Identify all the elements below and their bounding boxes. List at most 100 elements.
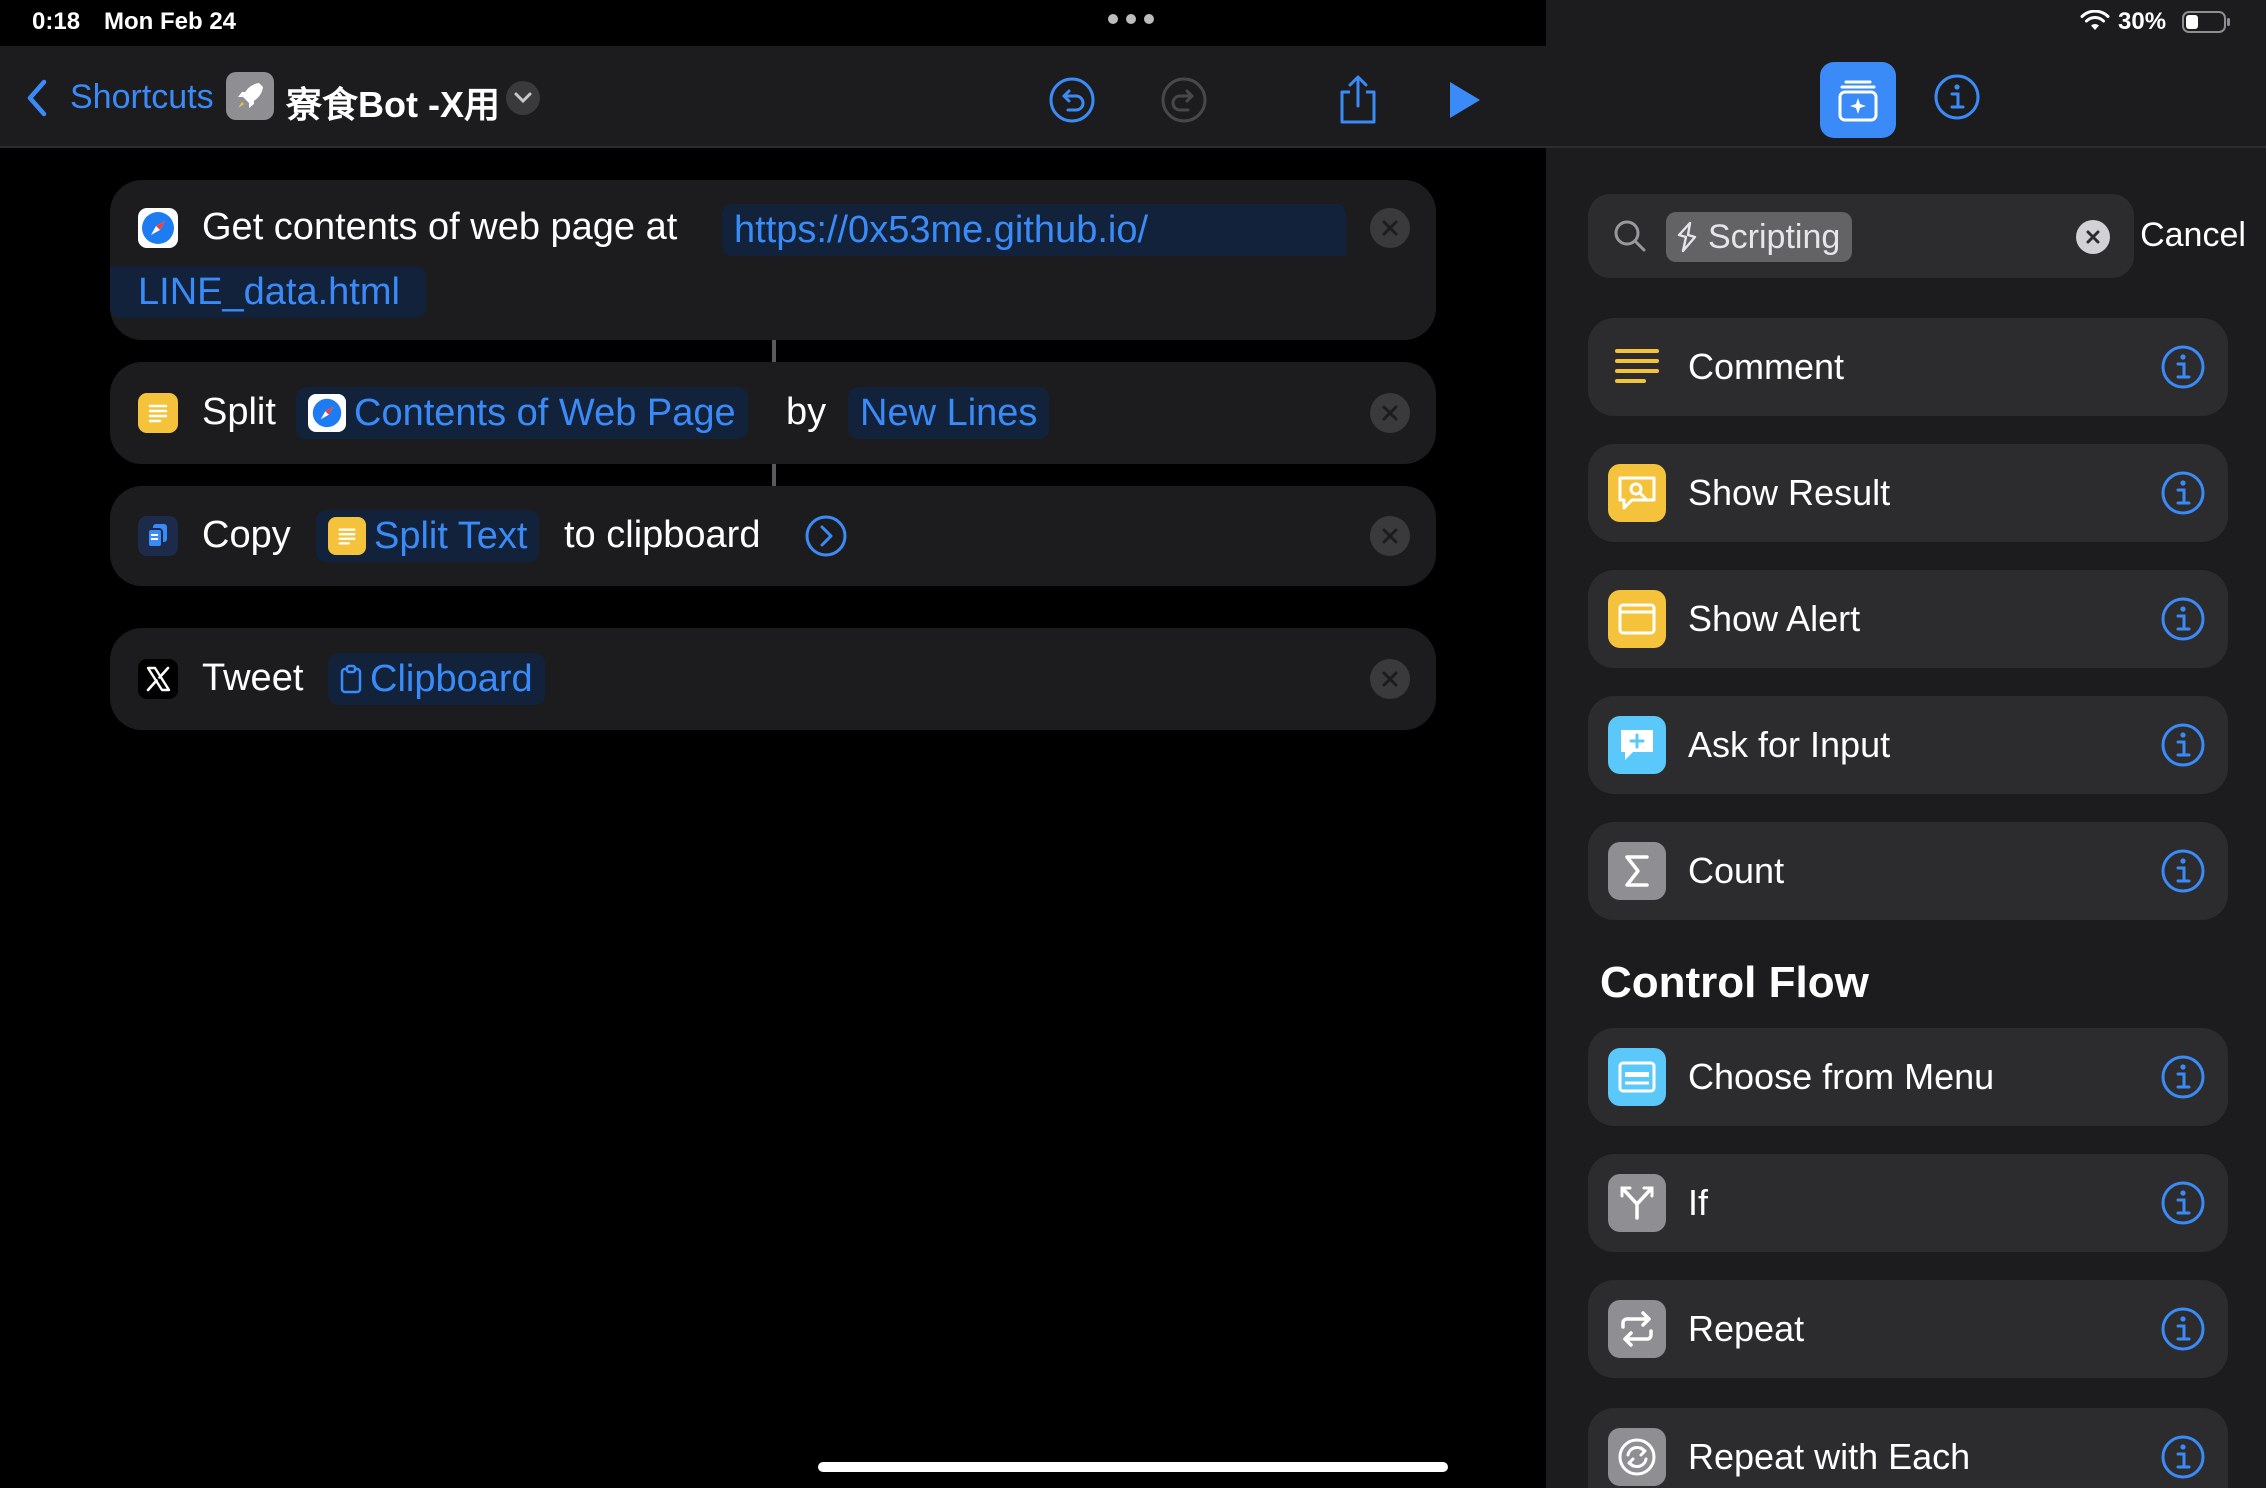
branch-icon <box>1608 1174 1666 1232</box>
rocket-icon[interactable] <box>226 72 274 120</box>
action-split-text[interactable]: Split Contents of Web Page by New Lines <box>110 362 1436 464</box>
copy-icon <box>138 516 178 556</box>
action-library-panel: Scripting Cancel Comment Show Result Sho… <box>1546 0 2266 1488</box>
remove-action-icon[interactable] <box>1370 393 1410 433</box>
library-item-label: Show Alert <box>1688 598 1861 639</box>
status-time: 0:18 <box>32 8 81 35</box>
split-text-label: Split Text <box>374 514 528 557</box>
new-lines-label: New Lines <box>860 391 1038 434</box>
info-icon[interactable] <box>2160 1434 2206 1480</box>
info-icon[interactable] <box>2160 848 2206 894</box>
library-item-count[interactable]: Count <box>1588 822 2228 920</box>
search-category-token[interactable]: Scripting <box>1666 212 1853 262</box>
back-chevron-icon[interactable] <box>24 78 52 118</box>
action-connector <box>772 340 776 362</box>
remove-action-icon[interactable] <box>1370 659 1410 699</box>
safari-icon <box>308 394 346 432</box>
library-item-label: Show Result <box>1688 472 1891 513</box>
info-icon[interactable] <box>2160 344 2206 390</box>
remove-action-icon[interactable] <box>1370 208 1410 248</box>
url-token[interactable]: https://0x53me.github.io/ <box>722 204 1346 256</box>
url-line-2: LINE_data.html <box>138 270 400 313</box>
repeat-each-icon <box>1608 1428 1666 1486</box>
tweet-verb: Tweet <box>202 657 304 699</box>
share-icon[interactable] <box>1332 74 1384 126</box>
multitask-dots-icon[interactable] <box>1108 14 1154 26</box>
url-token-continued[interactable]: LINE_data.html <box>110 266 426 318</box>
clear-search-icon[interactable] <box>2076 220 2110 254</box>
search-token-label: Scripting <box>1708 217 1841 256</box>
library-item-repeat[interactable]: Repeat <box>1588 1280 2228 1378</box>
clipboard-label: Clipboard <box>370 657 533 700</box>
library-item-show-result[interactable]: Show Result <box>1588 444 2228 542</box>
contents-of-web-page-token[interactable]: Contents of Web Page <box>296 387 748 439</box>
library-item-label: If <box>1688 1182 1709 1223</box>
info-icon[interactable] <box>2160 1054 2206 1100</box>
home-indicator[interactable] <box>818 1462 1448 1472</box>
battery-icon <box>2182 11 2230 33</box>
redo-icon[interactable] <box>1158 74 1210 126</box>
info-icon[interactable] <box>2160 1306 2206 1352</box>
info-icon[interactable] <box>2160 596 2206 642</box>
shortcut-editor: Shortcuts 寮食Bot -X用 Get contents of web … <box>0 0 1546 1488</box>
comment-lines-icon <box>1608 338 1666 396</box>
to-clipboard-label: to clipboard <box>564 514 761 556</box>
menu-list-icon <box>1608 1048 1666 1106</box>
library-item-ask-for-input[interactable]: Ask for Input <box>1588 696 2228 794</box>
library-item-label: Ask for Input <box>1688 724 1891 765</box>
expand-chevron-icon[interactable] <box>804 514 848 558</box>
info-icon[interactable] <box>2160 470 2206 516</box>
show-result-icon <box>1608 464 1666 522</box>
status-date: Mon Feb 24 <box>104 8 237 35</box>
action-library-icon[interactable] <box>1820 62 1896 138</box>
action-search-input[interactable]: Scripting <box>1588 194 2134 278</box>
library-item-label: Count <box>1688 850 1785 891</box>
sigma-icon <box>1608 842 1666 900</box>
url-line-1: https://0x53me.github.io/ <box>734 208 1149 251</box>
safari-icon <box>138 208 178 248</box>
library-item-comment[interactable]: Comment <box>1588 318 2228 416</box>
split-text-token[interactable]: Split Text <box>316 510 540 562</box>
battery-percent: 30% <box>2118 8 2167 35</box>
search-icon <box>1614 220 1646 252</box>
alert-window-icon <box>1608 590 1666 648</box>
back-button[interactable]: Shortcuts <box>70 78 214 117</box>
library-item-show-alert[interactable]: Show Alert <box>1588 570 2228 668</box>
action-tweet[interactable]: Tweet Clipboard <box>110 628 1436 730</box>
status-bar: 0:18 Mon Feb 24 30% <box>0 0 2266 46</box>
clipboard-icon <box>340 664 362 694</box>
info-icon[interactable] <box>2160 1180 2206 1226</box>
library-item-if[interactable]: If <box>1588 1154 2228 1252</box>
split-verb: Split <box>202 391 276 433</box>
section-title-control-flow: Control Flow <box>1600 958 1869 1007</box>
chevron-down-icon[interactable] <box>506 81 540 115</box>
undo-icon[interactable] <box>1046 74 1098 126</box>
action-get-contents-of-web-page[interactable]: Get contents of web page at https://0x53… <box>110 180 1436 340</box>
cancel-search-button[interactable]: Cancel <box>2120 216 2266 255</box>
library-item-choose-from-menu[interactable]: Choose from Menu <box>1588 1028 2228 1126</box>
info-icon[interactable] <box>2160 722 2206 768</box>
new-lines-token[interactable]: New Lines <box>848 387 1050 439</box>
library-item-label: Choose from Menu <box>1688 1056 1995 1097</box>
action-connector <box>772 464 776 486</box>
repeat-icon <box>1608 1300 1666 1358</box>
copy-verb: Copy <box>202 514 291 556</box>
action-copy-to-clipboard[interactable]: Copy Split Text to clipboard <box>110 486 1436 586</box>
library-item-label: Repeat with Each <box>1688 1436 1971 1477</box>
library-item-repeat-with-each[interactable]: Repeat with Each <box>1588 1408 2228 1488</box>
x-logo-icon <box>138 659 178 699</box>
remove-action-icon[interactable] <box>1370 516 1410 556</box>
info-icon[interactable] <box>1932 72 1982 122</box>
chat-plus-icon <box>1608 716 1666 774</box>
shortcut-title[interactable]: 寮食Bot -X用 <box>286 76 500 128</box>
text-icon <box>138 393 178 433</box>
library-item-label: Comment <box>1688 346 1845 387</box>
scripting-icon <box>1677 221 1697 253</box>
action-get-contents-label: Get contents of web page at <box>202 206 678 248</box>
library-item-label: Repeat <box>1688 1308 1805 1349</box>
library-toolbar <box>1546 46 2266 148</box>
play-icon[interactable] <box>1438 74 1490 126</box>
clipboard-token[interactable]: Clipboard <box>328 653 545 705</box>
text-icon <box>328 517 366 555</box>
editor-toolbar: Shortcuts 寮食Bot -X用 <box>0 46 1546 148</box>
